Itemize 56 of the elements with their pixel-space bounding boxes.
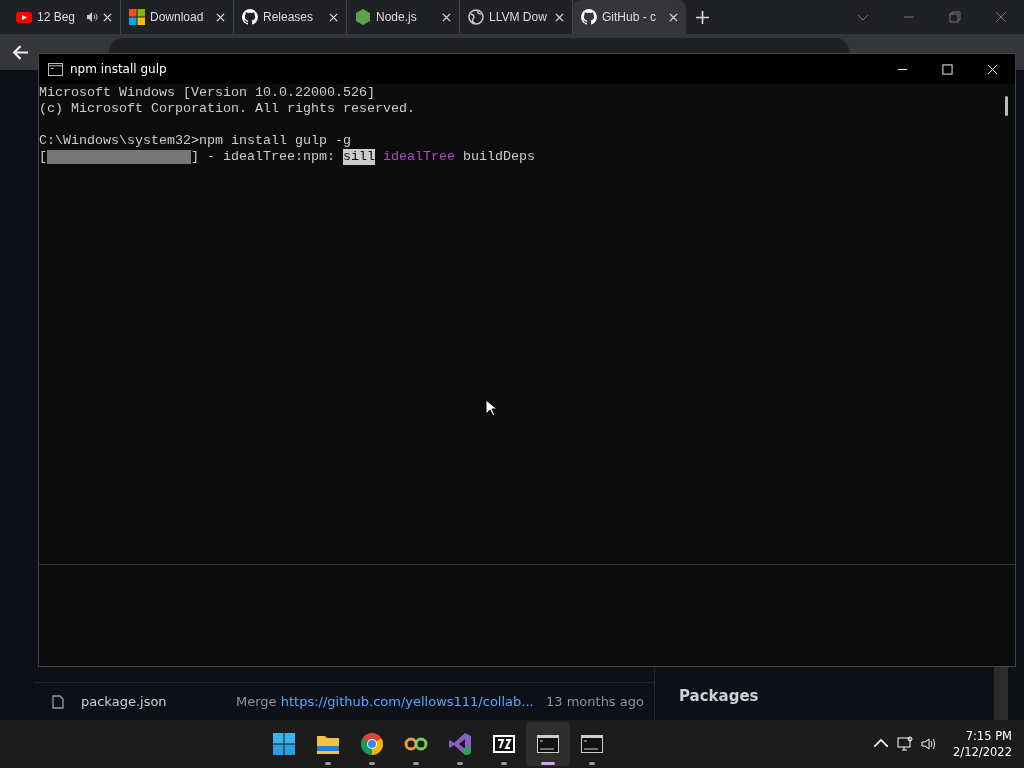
tab-title: GitHub - c xyxy=(602,10,657,24)
date-text: 2/12/2022 xyxy=(953,744,1012,760)
running-indicator xyxy=(541,762,555,765)
maximize-icon[interactable] xyxy=(942,63,953,75)
console-icon xyxy=(580,732,604,756)
hexagon-icon xyxy=(355,9,371,25)
octocat-icon xyxy=(242,9,258,25)
tab-title: Download xyxy=(150,10,205,24)
back-icon[interactable] xyxy=(12,43,29,61)
file-name[interactable]: package.json xyxy=(64,694,236,709)
running-indicator xyxy=(589,762,595,765)
chrome-icon xyxy=(360,732,384,756)
time-text: 7:15 PM xyxy=(965,728,1012,744)
new-tab-icon[interactable] xyxy=(696,10,709,24)
clock[interactable]: 7:15 PM 2/12/2022 xyxy=(945,728,1020,760)
visual-studio-icon xyxy=(448,732,472,756)
console-text: idealTree xyxy=(381,149,455,165)
taskbar-app[interactable] xyxy=(526,722,570,766)
volume-icon[interactable] xyxy=(921,736,938,752)
console-text: C:\Windows\system32>npm install gulp -g xyxy=(39,133,351,149)
console-icon xyxy=(536,732,560,756)
running-indicator xyxy=(325,762,331,765)
windows-logo-icon xyxy=(129,9,145,25)
commit-link[interactable]: https://github.com/yellows111/collab... xyxy=(280,694,534,709)
speaker-icon xyxy=(86,11,98,23)
running-indicator xyxy=(369,762,375,765)
console-text: Microsoft Windows [Version 10.0.22000.526] xyxy=(39,85,375,101)
globe-icon xyxy=(468,9,484,25)
console-icon xyxy=(48,62,63,76)
archive-icon xyxy=(492,732,516,756)
running-indicator xyxy=(457,762,463,765)
video-play-icon xyxy=(16,9,32,25)
tab-title: 12 Beg xyxy=(37,10,77,24)
restore-icon[interactable] xyxy=(949,11,961,23)
scrollbar-thumb[interactable] xyxy=(1005,96,1008,116)
console-text: (c) Microsoft Corporation. All rights reserved. xyxy=(39,101,415,117)
console-text: ] - idealTree:npm: xyxy=(191,149,336,165)
tab-title: LLVM Dow xyxy=(489,10,548,24)
commit-message: Merge https://github.com/yellows111/collab... xyxy=(236,694,535,709)
mouse-pointer-icon xyxy=(485,399,497,417)
file-icon xyxy=(52,694,64,709)
running-indicator xyxy=(413,762,419,765)
console-text: [ xyxy=(39,149,47,165)
window-title: npm install gulp xyxy=(70,62,167,76)
windows-logo-icon xyxy=(272,732,296,756)
scrollbar[interactable] xyxy=(994,667,1008,720)
octocat-icon xyxy=(581,9,597,25)
section-heading: Packages xyxy=(679,687,760,705)
browser-tab[interactable]: GitHub - c xyxy=(573,0,686,34)
tab-title: Releases xyxy=(263,10,315,24)
commit-time: 13 months ago xyxy=(546,694,644,709)
console-text: buildDeps xyxy=(461,149,535,165)
running-indicator xyxy=(501,762,507,765)
console-text: sill xyxy=(342,149,375,165)
network-icon[interactable] xyxy=(897,736,914,752)
tab-title: Node.js xyxy=(376,10,418,24)
